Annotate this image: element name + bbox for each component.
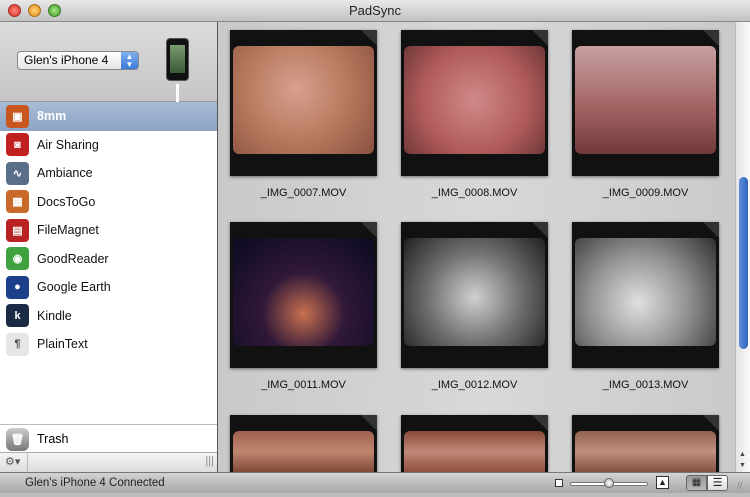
sidebar-item-docstogo[interactable]: ▦ DocsToGo: [0, 188, 217, 217]
video-preview: [233, 46, 374, 154]
slider-knob[interactable]: [604, 478, 614, 488]
scrollbar-thumb[interactable]: [739, 177, 748, 349]
sidebar-item-label: Air Sharing: [37, 137, 99, 152]
video-thumbnail[interactable]: [401, 30, 548, 176]
file-grid: _IMG_0007.MOV _IMG_0008.MOV _IMG_0009.MOV _…: [218, 22, 750, 472]
sidebar-item-plaintext[interactable]: ¶ PlainText: [0, 330, 217, 359]
sidebar-item-label: DocsToGo: [37, 194, 96, 209]
device-panel: Glen's iPhone 4 ▲ ▼: [0, 22, 217, 102]
trash-label: Trash: [37, 432, 69, 446]
resize-grip-icon[interactable]: //: [737, 477, 743, 497]
scroll-up-icon[interactable]: ▲: [739, 451, 746, 458]
video-thumbnail[interactable]: [572, 30, 719, 176]
trash-icon: 🗑: [6, 427, 29, 451]
grid-view-button[interactable]: ▦: [686, 475, 707, 491]
video-preview: [575, 238, 716, 346]
video-thumbnail[interactable]: [572, 222, 719, 368]
kindle-icon: k: [6, 304, 29, 328]
select-arrows-icon: ▲ ▼: [121, 52, 138, 69]
sidebar-item-label: Ambiance: [37, 166, 93, 181]
sidebar: Glen's iPhone 4 ▲ ▼ ▣ 8mm ◙ Air Sharing ∿ Ambia…: [0, 22, 218, 472]
video-thumbnail[interactable]: [230, 30, 377, 176]
sidebar-item-label: GoodReader: [37, 251, 109, 266]
video-preview: [404, 46, 545, 154]
filemagnet-icon: ▤: [6, 218, 29, 242]
video-preview: [233, 238, 374, 346]
iphone-icon: [166, 38, 189, 81]
status-bar: Glen's iPhone 4 Connected ▲ ▦ ☰ //: [0, 472, 750, 493]
cable-icon: [176, 84, 179, 102]
file-name[interactable]: _IMG_0012.MOV: [401, 379, 548, 391]
sidebar-item-label: Kindle: [37, 308, 72, 323]
sidebar-item-label: PlainText: [37, 337, 88, 352]
sidebar-item-trash[interactable]: 🗑 Trash: [0, 424, 217, 453]
resize-handle[interactable]: |||: [205, 455, 214, 467]
video-preview: [404, 431, 545, 472]
window-title: PadSync: [348, 3, 402, 18]
sidebar-item-goodreader[interactable]: ◉ GoodReader: [0, 245, 217, 274]
close-button[interactable]: [8, 4, 21, 17]
video-thumbnail[interactable]: [401, 222, 548, 368]
sidebar-item-label: Google Earth: [37, 280, 111, 295]
sidebar-item-label: 8mm: [37, 109, 67, 124]
sidebar-item-filemagnet[interactable]: ▤ FileMagnet: [0, 216, 217, 245]
sidebar-item-kindle[interactable]: k Kindle: [0, 302, 217, 331]
video-thumbnail[interactable]: [401, 415, 548, 472]
sidebar-item-air-sharing[interactable]: ◙ Air Sharing: [0, 131, 217, 160]
minimize-button[interactable]: [28, 4, 41, 17]
sidebar-item-8mm[interactable]: ▣ 8mm: [0, 102, 217, 131]
zoom-button[interactable]: [48, 4, 61, 17]
device-select[interactable]: Glen's iPhone 4 ▲ ▼: [17, 51, 139, 70]
title-bar: PadSync: [0, 0, 750, 22]
sidebar-toolbar: ⚙▾ |||: [0, 452, 217, 472]
file-name[interactable]: _IMG_0009.MOV: [572, 187, 719, 199]
list-view-button[interactable]: ☰: [707, 475, 728, 491]
video-preview: [233, 431, 374, 472]
file-name[interactable]: _IMG_0013.MOV: [572, 379, 719, 391]
sidebar-item-label: FileMagnet: [37, 223, 99, 238]
file-name[interactable]: _IMG_0011.MOV: [230, 379, 377, 391]
large-thumb-icon: ▲: [656, 476, 669, 489]
scroll-down-icon[interactable]: ▼: [739, 462, 746, 469]
video-preview: [575, 431, 716, 472]
sidebar-item-ambiance[interactable]: ∿ Ambiance: [0, 159, 217, 188]
app-list: ▣ 8mm ◙ Air Sharing ∿ Ambiance ▦ DocsToGo ▤ FileM…: [0, 102, 217, 359]
goodreader-icon: ◉: [6, 247, 29, 271]
file-name[interactable]: _IMG_0007.MOV: [230, 187, 377, 199]
status-text: Glen's iPhone 4 Connected: [25, 477, 165, 489]
docstogo-icon: ▦: [6, 190, 29, 214]
gear-icon[interactable]: ⚙▾: [5, 455, 20, 468]
8mm-icon: ▣: [6, 104, 29, 128]
file-name[interactable]: _IMG_0008.MOV: [401, 187, 548, 199]
video-preview: [575, 46, 716, 154]
video-thumbnail[interactable]: [572, 415, 719, 472]
air-sharing-icon: ◙: [6, 133, 29, 157]
video-thumbnail[interactable]: [230, 222, 377, 368]
google-earth-icon: ●: [6, 275, 29, 299]
plaintext-icon: ¶: [6, 332, 29, 356]
small-thumb-icon: [555, 479, 563, 487]
video-preview: [404, 238, 545, 346]
ambiance-icon: ∿: [6, 161, 29, 185]
vertical-scrollbar[interactable]: ▲ ▼: [735, 22, 750, 472]
video-thumbnail[interactable]: [230, 415, 377, 472]
device-select-value: Glen's iPhone 4: [24, 53, 109, 67]
sidebar-item-google-earth[interactable]: ● Google Earth: [0, 273, 217, 302]
